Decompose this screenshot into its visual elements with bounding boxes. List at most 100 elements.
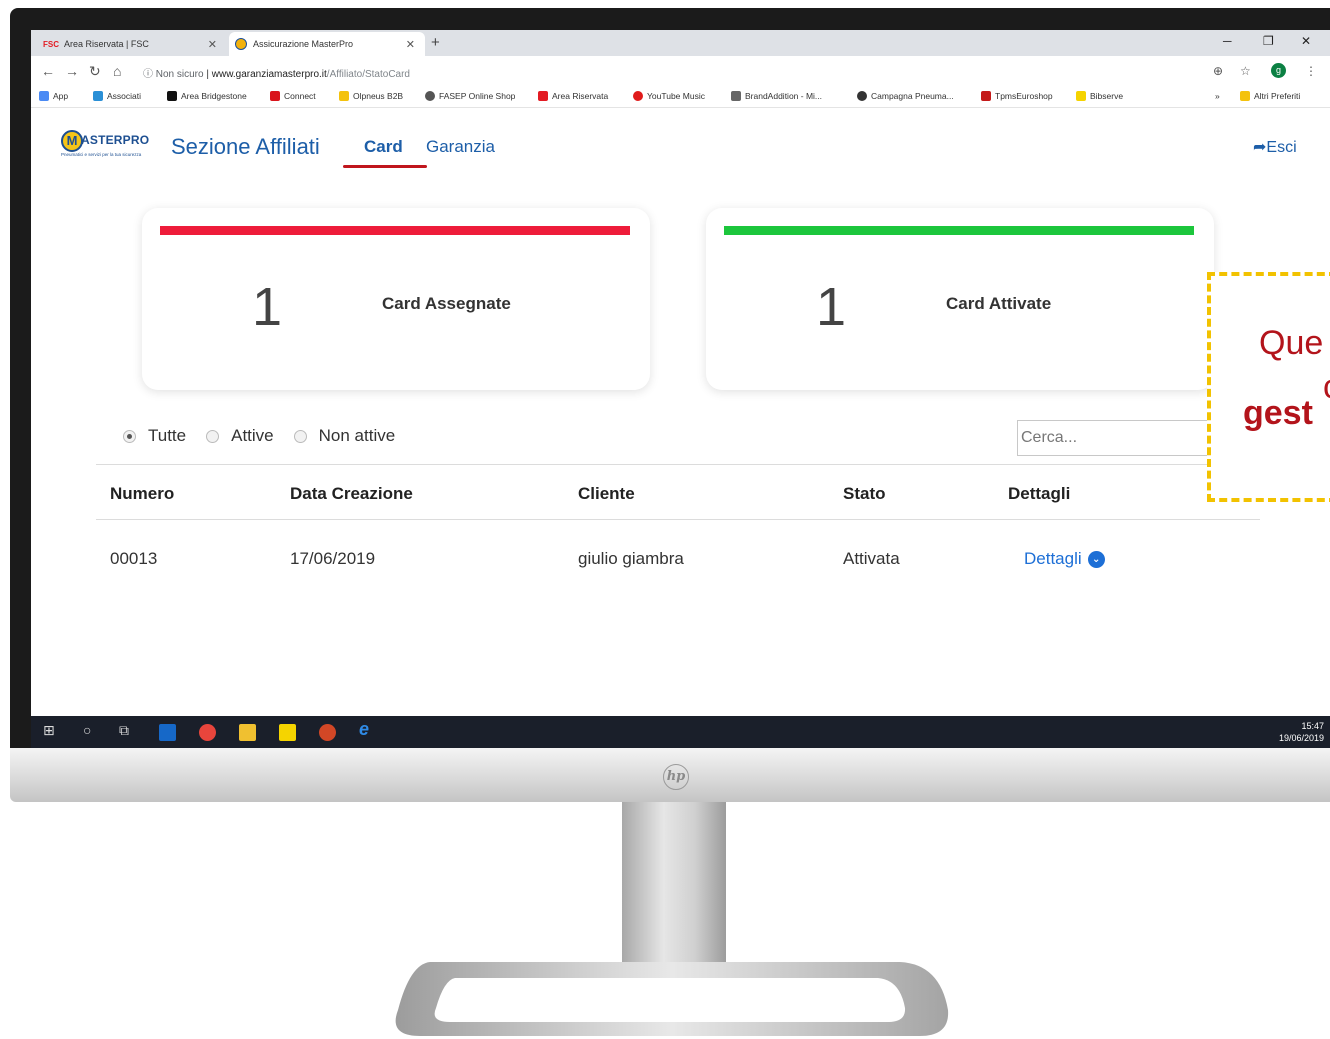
hp-logo: hp [663,764,689,790]
tab-assicurazione-masterpro[interactable]: Assicurazione MasterPro ✕ [229,32,425,56]
system-clock[interactable]: 15:47 19/06/2019 [1279,720,1324,744]
masterpro-favicon-icon [235,38,247,50]
bookmark-tpmseuroshop[interactable]: TpmsEuroshop [981,91,1053,101]
close-tab-icon[interactable]: ✕ [208,38,217,51]
file-explorer-icon[interactable] [239,724,256,741]
bookmark-bibserve[interactable]: Bibserve [1076,91,1123,101]
close-window-icon[interactable]: ✕ [1301,34,1311,48]
tpms-icon [981,91,991,101]
bookmark-associati[interactable]: Associati [93,91,141,101]
outlook-icon[interactable] [159,724,176,741]
task-view-icon[interactable]: ⧉ [119,722,129,739]
browser-tab-bar: FSC Area Riservata | FSC ✕ Assicurazione… [31,30,1330,56]
monitor-base [0,950,1330,1039]
page-content: M ASTERPRO Pneumatici e servizi per la t… [31,108,1330,716]
logo-tagline: Pneumatici e servizi per la tua sicurezz… [61,152,142,157]
nav-card[interactable]: Card [364,137,403,157]
url-field[interactable]: ⓘ Non sicuro | www.garanziamasterpro.it/… [143,65,410,80]
more-bookmarks-button[interactable]: » [1215,91,1220,101]
restore-icon[interactable]: ❐ [1263,34,1274,48]
brandaddition-icon [731,91,741,101]
search-input[interactable] [1017,420,1217,456]
stat-card-attivate: 1 Card Attivate [706,208,1214,390]
stat-label: Card Attivate [946,294,1052,313]
stat-color-bar [160,226,630,235]
filter-tutte[interactable]: Tutte [123,426,186,446]
filter-attive[interactable]: Attive [206,426,274,446]
apps-grid-icon [39,91,49,101]
zoom-icon[interactable]: ⊕ [1213,64,1223,78]
bookmark-olpneus[interactable]: Olpneus B2B [339,91,403,101]
cell-stato: Attivata [843,549,900,568]
url-path: /Affiliato/StatoCard [326,69,410,80]
callout-line-3: gest [1243,394,1313,432]
fsc-icon [538,91,548,101]
tab-title: Assicurazione MasterPro [253,39,354,49]
olpneus-icon [339,91,349,101]
windows-start-icon[interactable]: ⊞ [43,722,55,739]
internet-explorer-icon[interactable]: e [359,719,369,740]
header-data-creazione: Data Creazione [290,484,413,503]
bookmark-campagna[interactable]: Campagna Pneuma... [857,91,954,101]
url-host: www.garanziamasterpro.it [211,69,327,80]
tab-area-riservata[interactable]: FSC Area Riservata | FSC ✕ [37,32,227,56]
nav-garanzia[interactable]: Garanzia [426,137,495,157]
fsc-favicon-icon: FSC [43,39,59,49]
active-nav-underline [343,165,427,168]
search-icon[interactable]: ○ [83,722,91,738]
stat-card-assegnate: 1 Card Assegnate [142,208,650,390]
powerpoint-icon[interactable] [319,724,336,741]
bookmark-fasep[interactable]: FASEP Online Shop [425,91,515,101]
minimize-icon[interactable]: ─ [1223,34,1232,48]
folder-icon [1240,91,1250,101]
radio-button[interactable] [123,429,136,443]
chevron-down-icon[interactable]: ⌄ [1087,550,1105,568]
reload-icon[interactable]: ↻ [89,63,101,80]
close-tab-icon[interactable]: ✕ [406,38,415,51]
logout-button[interactable]: ➦Esci [1253,137,1297,157]
radio-button[interactable] [293,429,307,443]
security-indicator[interactable]: ⓘ Non sicuro [143,69,204,80]
associati-icon [93,91,103,101]
bookmark-brandaddition[interactable]: BrandAddition - Mi... [731,91,822,101]
card-table: Numero Data Creazione Cliente Stato Dett… [96,464,1260,596]
bookmark-area-riservata[interactable]: Area Riservata [538,91,608,101]
filter-non-attive[interactable]: Non attive [293,426,395,446]
bookmark-connect[interactable]: Connect [270,91,316,101]
callout-line-2: c [1323,368,1330,407]
firestone-icon [270,91,280,101]
url-separator: | [206,69,209,80]
callout-line-1: Que [1259,324,1324,362]
callout-box: Que c gest [1207,272,1330,502]
radio-button[interactable] [206,429,220,443]
section-title: Sezione Affiliati [171,134,320,159]
other-bookmarks[interactable]: Altri Preferiti [1240,91,1300,101]
bridgestone-icon [167,91,177,101]
logo-text: ASTERPRO [81,133,150,147]
windows-taskbar: ⊞ ○ ⧉ e 15:47 19/06/2019 [31,716,1330,749]
forward-icon[interactable]: → [65,63,79,79]
profile-avatar[interactable]: g [1271,63,1286,78]
filter-group: Tutte Attive Non attive [123,426,415,446]
header-dettagli: Dettagli [1008,484,1071,503]
new-tab-button[interactable]: + [431,34,440,51]
fasep-icon [425,91,435,101]
back-icon[interactable]: ← [41,63,55,79]
bookmark-app[interactable]: App [39,91,68,101]
youtube-music-icon [633,91,643,101]
monitor-base-shape [395,962,949,1036]
dettagli-link[interactable]: Dettagli ⌄ [1024,549,1105,569]
cell-numero: 00013 [110,549,158,568]
home-icon[interactable]: ⌂ [113,63,121,79]
cell-data: 17/06/2019 [290,549,376,568]
masterpro-logo[interactable]: M ASTERPRO Pneumatici e servizi per la t… [61,130,157,158]
chrome-icon[interactable] [199,724,216,741]
table-header: Numero Data Creazione Cliente Stato Dett… [96,464,1260,520]
sticky-notes-icon[interactable] [279,724,296,741]
bookmark-star-icon[interactable]: ☆ [1240,64,1251,78]
bookmark-youtube-music[interactable]: YouTube Music [633,91,705,101]
stat-value: 1 [252,277,283,337]
bookmark-area-bridgestone[interactable]: Area Bridgestone [167,91,247,101]
stat-color-bar [724,226,1194,235]
menu-icon[interactable]: ⋮ [1305,64,1317,78]
